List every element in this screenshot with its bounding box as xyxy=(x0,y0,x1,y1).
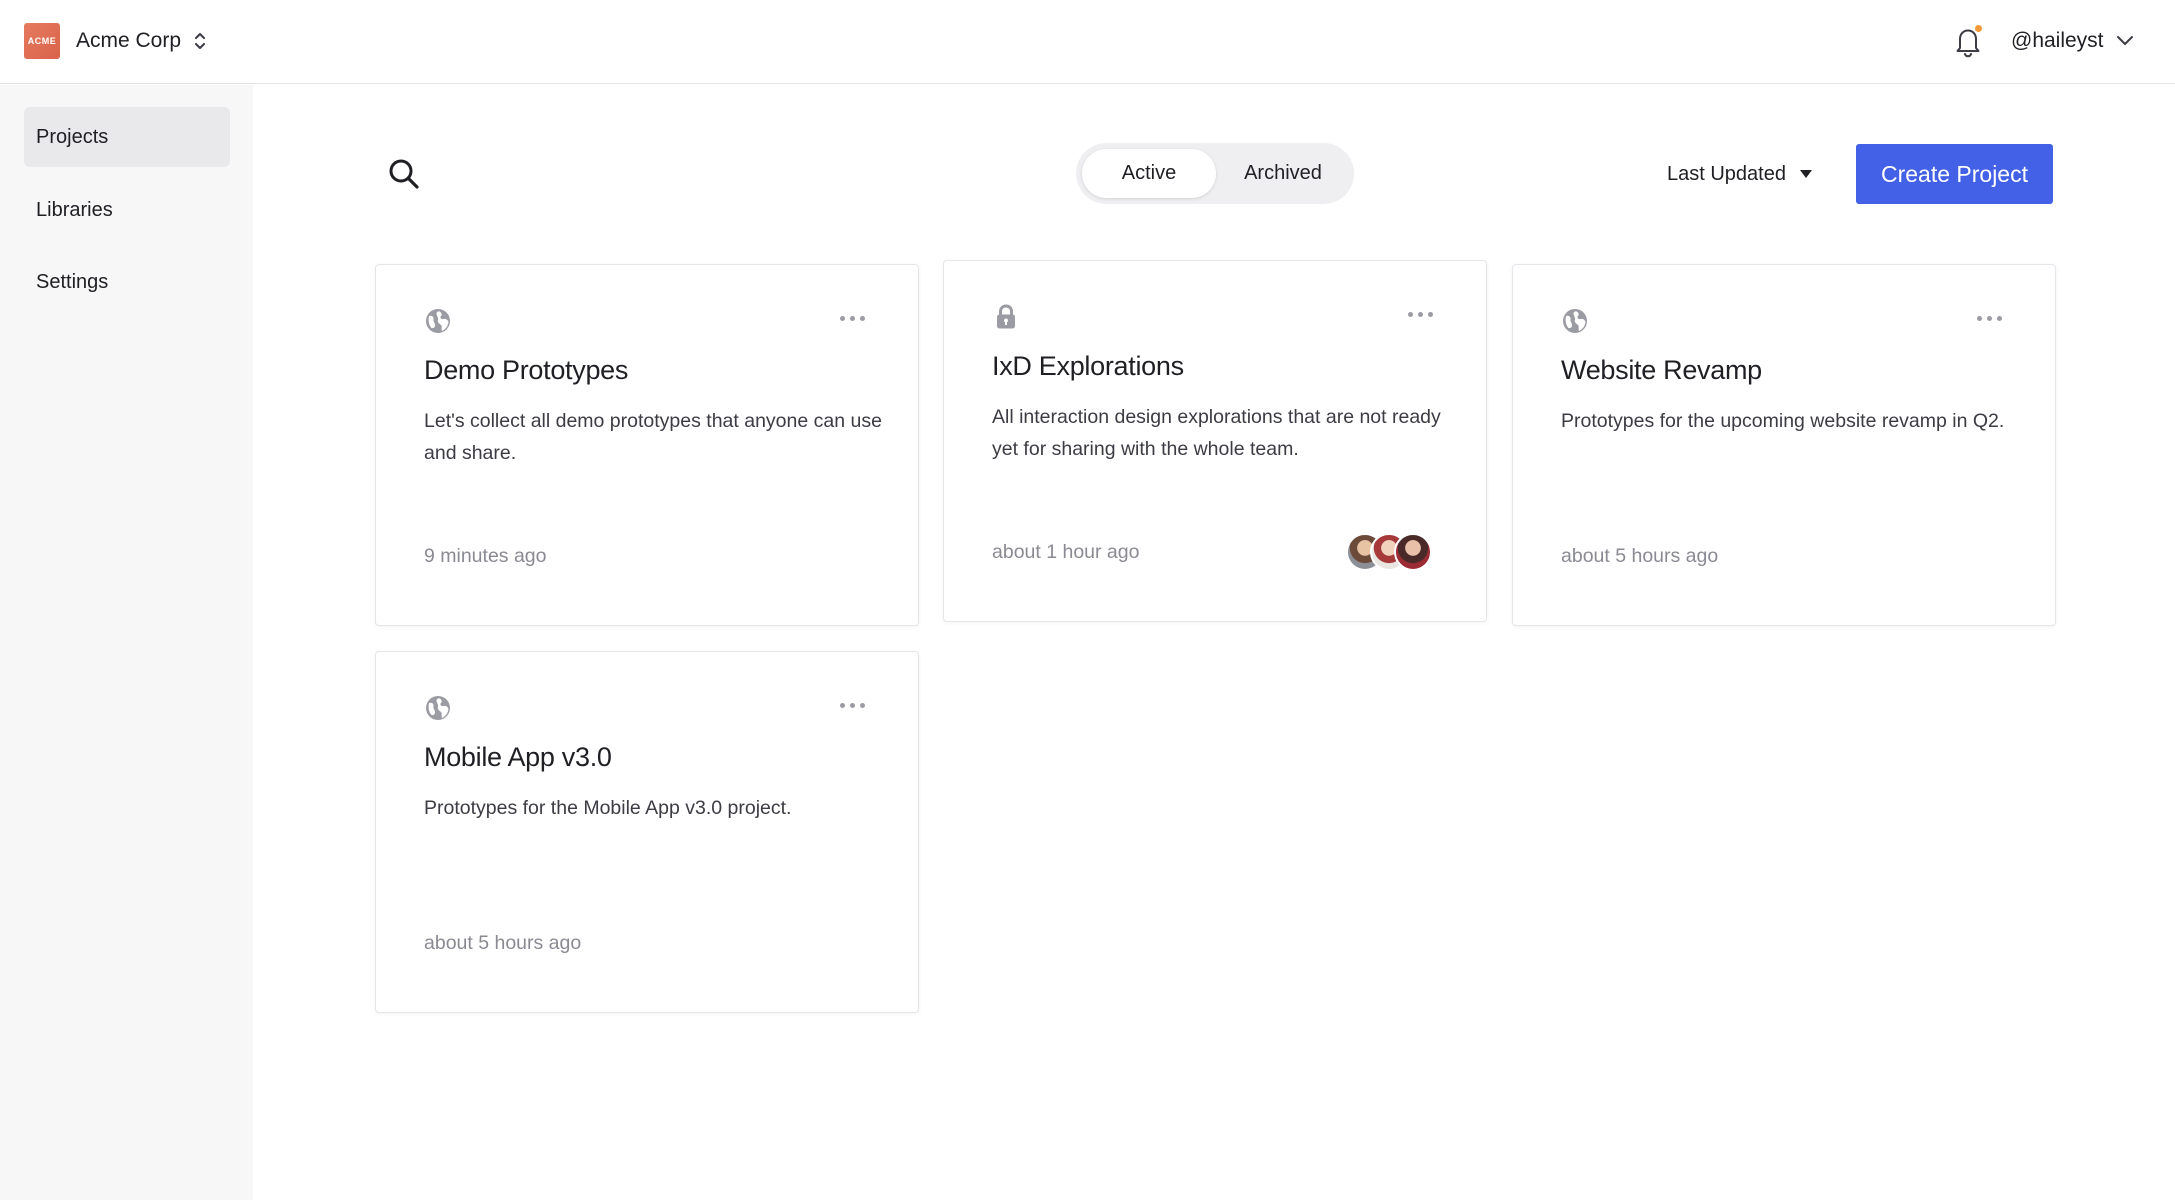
org-name: Acme Corp xyxy=(76,29,182,52)
lock-icon xyxy=(997,304,1015,329)
search-button[interactable] xyxy=(386,156,422,192)
search-icon xyxy=(389,159,419,189)
project-title: Website Revamp xyxy=(1561,355,1762,385)
more-options-button[interactable] xyxy=(840,315,866,323)
sidebar: Projects Libraries Settings xyxy=(0,85,253,1200)
org-switcher[interactable]: ACME Acme Corp xyxy=(24,22,207,60)
sidebar-item-label: Projects xyxy=(36,125,109,148)
project-title: IxD Explorations xyxy=(992,351,1184,381)
sidebar-item-libraries[interactable]: Libraries xyxy=(24,180,230,240)
project-card[interactable]: IxD Explorations All interaction design … xyxy=(943,260,1487,622)
project-updated-time: about 5 hours ago xyxy=(424,932,582,954)
project-description: Let's collect all demo prototypes that a… xyxy=(424,410,882,464)
globe-icon xyxy=(1563,309,1587,333)
avatar[interactable] xyxy=(1394,533,1432,571)
create-project-button[interactable]: Create Project xyxy=(1856,144,2053,204)
chevron-down-icon xyxy=(2116,36,2133,45)
sort-label: Last Updated xyxy=(1667,162,1786,185)
globe-icon xyxy=(426,309,450,333)
tab-archived[interactable]: Archived xyxy=(1216,149,1350,198)
project-card[interactable]: Mobile App v3.0 Prototypes for the Mobil… xyxy=(375,651,919,1013)
project-updated-time: about 1 hour ago xyxy=(992,541,1140,563)
sidebar-item-label: Settings xyxy=(36,270,109,293)
more-options-button[interactable] xyxy=(840,702,866,710)
project-title: Demo Prototypes xyxy=(424,355,629,385)
globe-icon xyxy=(426,696,450,720)
sort-dropdown[interactable]: Last Updated xyxy=(1667,158,1812,190)
caret-down-icon xyxy=(1799,170,1812,178)
username: @haileyst xyxy=(2011,29,2104,52)
notifications-button[interactable] xyxy=(1952,24,1984,58)
more-options-button[interactable] xyxy=(1977,315,2003,323)
org-logo: ACME xyxy=(24,23,60,59)
top-bar: ACME Acme Corp @haileyst xyxy=(0,0,2175,84)
project-card[interactable]: Demo Prototypes Let's collect all demo p… xyxy=(375,264,919,626)
sidebar-item-label: Libraries xyxy=(36,198,113,221)
sidebar-item-settings[interactable]: Settings xyxy=(24,252,230,312)
project-card[interactable]: Website Revamp Prototypes for the upcomi… xyxy=(1512,264,2056,626)
up-down-chevron-icon xyxy=(195,33,206,49)
collaborator-avatars xyxy=(1346,533,1436,573)
notification-dot xyxy=(1974,24,1983,33)
status-toggle: Active Archived xyxy=(1076,143,1354,204)
user-menu[interactable]: @haileyst xyxy=(2011,26,2134,56)
tab-active[interactable]: Active xyxy=(1082,149,1216,198)
project-description: Prototypes for the Mobile App v3.0 proje… xyxy=(424,797,792,819)
more-options-button[interactable] xyxy=(1408,311,1434,319)
project-description: Prototypes for the upcoming website reva… xyxy=(1561,410,2005,432)
project-title: Mobile App v3.0 xyxy=(424,742,612,772)
project-updated-time: 9 minutes ago xyxy=(424,545,547,567)
project-description: All interaction design explorations that… xyxy=(992,406,1441,460)
project-updated-time: about 5 hours ago xyxy=(1561,545,1719,567)
sidebar-item-projects[interactable]: Projects xyxy=(24,107,230,167)
